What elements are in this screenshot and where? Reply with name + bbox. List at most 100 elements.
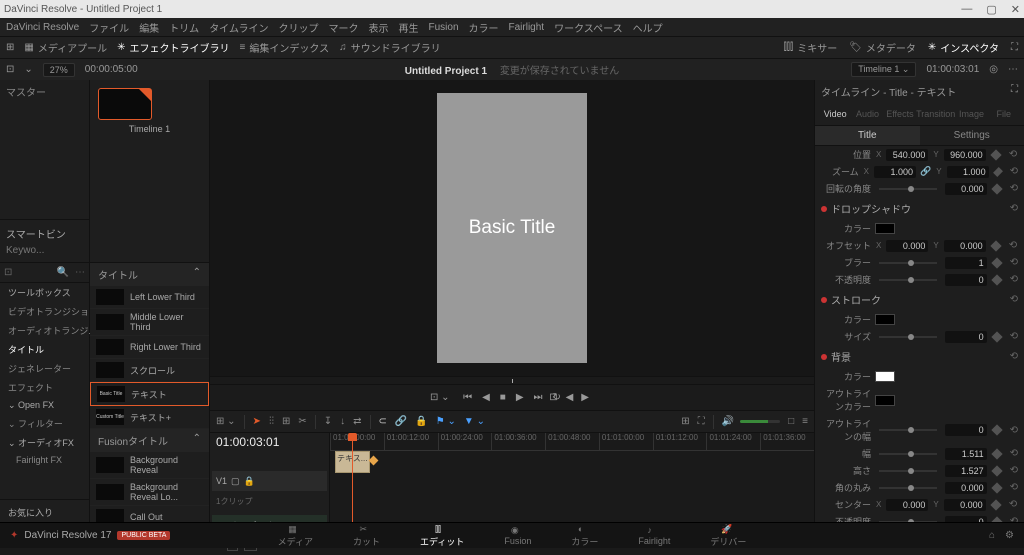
trim-tool-icon[interactable]: ⫶⫶: [269, 416, 274, 427]
inspector-expand-icon[interactable]: ⛶: [1011, 84, 1018, 99]
position-y[interactable]: [944, 149, 986, 161]
ds-opacity-slider[interactable]: [879, 279, 937, 281]
mixer-button[interactable]: ⫿⫿⫿ ミキサー: [784, 40, 838, 55]
play-icon[interactable]: ▶: [516, 392, 524, 403]
mediapool-button[interactable]: ▦ メディアプール: [24, 40, 107, 55]
bg-outwidth-value[interactable]: [945, 424, 987, 436]
dropshadow-section[interactable]: ドロップシャドウ⟲: [815, 197, 1024, 220]
menu-item[interactable]: DaVinci Resolve: [6, 22, 79, 33]
fusion-title-item[interactable]: Background Reveal Lo...: [90, 479, 209, 506]
fx-cat-atrans[interactable]: オーディオトランジ...: [0, 321, 89, 340]
link-icon[interactable]: 🔗: [395, 416, 407, 427]
bypass-icon[interactable]: ◎: [989, 64, 998, 75]
video-track-header[interactable]: V1 ▢ 🔒: [212, 471, 327, 491]
ds-blur-value[interactable]: [945, 257, 987, 269]
blade-tool-icon[interactable]: ✂: [298, 416, 306, 427]
sound-library-button[interactable]: ♫ サウンドライブラリ: [339, 40, 441, 55]
fusion-title-item[interactable]: Background Reveal: [90, 452, 209, 479]
keyframe-icon[interactable]: [993, 167, 1003, 177]
menu-item[interactable]: クリップ: [279, 20, 319, 35]
title-item[interactable]: Right Lower Third: [90, 336, 209, 359]
bg-height-slider[interactable]: [879, 470, 937, 472]
timeline-ruler[interactable]: 01:00:00:0001:00:12:0001:00:24:0001:00:3…: [330, 433, 814, 451]
zoom-fit-icon[interactable]: ⛶: [698, 416, 705, 427]
fx-cat-openfx[interactable]: ⌄ Open FX: [0, 397, 89, 414]
zoom-percent[interactable]: 27%: [43, 63, 75, 77]
bg-width-value[interactable]: [945, 448, 987, 460]
home-icon[interactable]: ⌂: [989, 530, 995, 541]
inspector-tab-file[interactable]: File: [988, 105, 1020, 123]
menu-item[interactable]: 表示: [369, 20, 389, 35]
dim-icon[interactable]: □: [788, 416, 794, 427]
timeline-name[interactable]: Timeline 1 ⌄: [851, 62, 916, 77]
viewer-dropdown-icon[interactable]: ⌄: [24, 64, 32, 75]
close-icon[interactable]: ✕: [1011, 3, 1020, 16]
timeline-timecode[interactable]: 01:00:03:01: [926, 64, 979, 75]
viewer[interactable]: Basic Title: [210, 80, 814, 376]
bg-corner-value[interactable]: [945, 482, 987, 494]
title-item[interactable]: Middle Lower Third: [90, 309, 209, 336]
title-item[interactable]: スクロール: [90, 359, 209, 382]
inspector-button[interactable]: ✳ インスペクタ: [928, 40, 999, 55]
fx-more-icon[interactable]: ⋯: [75, 267, 85, 278]
tl-options-icon[interactable]: ≡: [802, 416, 808, 427]
playhead[interactable]: [352, 433, 353, 522]
selection-tool-icon[interactable]: ➤: [253, 416, 261, 427]
title-item[interactable]: Custom Titleテキスト+: [90, 406, 209, 429]
fusion-title-item[interactable]: Call Out: [90, 506, 209, 522]
marker-icon[interactable]: ▼ ⌄: [464, 416, 485, 427]
bg-center-y[interactable]: [944, 499, 986, 511]
link-icon[interactable]: 🔗: [920, 166, 931, 177]
mark-in-icon[interactable]: ◀: [566, 392, 574, 403]
inspector-tab-image[interactable]: Image: [955, 105, 987, 123]
menu-item[interactable]: ワークスペース: [554, 20, 623, 35]
minimize-icon[interactable]: —: [961, 3, 972, 16]
jog-marker[interactable]: [512, 379, 513, 383]
keyframe-icon[interactable]: [991, 183, 1002, 194]
fx-cat-toolbox[interactable]: ツールボックス: [0, 283, 89, 302]
ds-offset-y[interactable]: [944, 240, 986, 252]
fx-cat-effects[interactable]: エフェクト: [0, 378, 89, 397]
fx-cat-fairlightfx[interactable]: Fairlight FX: [0, 452, 89, 468]
bg-width-slider[interactable]: [879, 453, 937, 455]
overwrite-icon[interactable]: ↓: [340, 416, 345, 427]
page-color[interactable]: ◐カラー: [571, 524, 598, 548]
title-item[interactable]: Left Lower Third: [90, 286, 209, 309]
go-last-icon[interactable]: ⏭: [534, 392, 543, 403]
smart-bin-header[interactable]: スマートビン: [6, 226, 83, 241]
volume-slider[interactable]: [740, 420, 780, 423]
inspector-tab-effects[interactable]: Effects: [884, 105, 916, 123]
bg-outline-color-swatch[interactable]: [875, 395, 895, 406]
stop-icon[interactable]: ■: [500, 392, 506, 403]
metadata-button[interactable]: 🏷 メタデータ: [849, 40, 916, 55]
timeline[interactable]: 01:00:03:01 V1 ▢ 🔒 1クリップ A1 オーディオ 1 2.0 …: [210, 432, 814, 522]
viewer-menu-icon[interactable]: ⊡: [6, 64, 14, 75]
menu-item[interactable]: 編集: [139, 20, 159, 35]
replace-icon[interactable]: ⇄: [353, 416, 361, 427]
ds-blur-slider[interactable]: [879, 262, 937, 264]
reset-icon[interactable]: ⟲: [1009, 149, 1017, 160]
inspector-tab-video[interactable]: Video: [819, 105, 851, 123]
menu-item[interactable]: ヘルプ: [633, 20, 663, 35]
go-first-icon[interactable]: ⏮: [463, 392, 472, 403]
ds-opacity-value[interactable]: [945, 274, 987, 286]
keyword-bin[interactable]: Keywo...: [6, 245, 83, 256]
inspector-subtab-settings[interactable]: Settings: [920, 126, 1024, 145]
inspector-subtab-title[interactable]: Title: [815, 126, 920, 145]
fx-cat-generators[interactable]: ジェネレーター: [0, 359, 89, 378]
ds-color-swatch[interactable]: [875, 223, 895, 234]
menu-item[interactable]: カラー: [469, 20, 499, 35]
page-media[interactable]: ▦メディア: [278, 524, 313, 548]
bg-corner-slider[interactable]: [879, 487, 937, 489]
page-cut[interactable]: ✂カット: [353, 524, 380, 548]
menu-item[interactable]: トリム: [169, 20, 199, 35]
bg-height-value[interactable]: [945, 465, 987, 477]
flag-icon[interactable]: ⚑ ⌄: [436, 416, 456, 427]
fx-filter-icon[interactable]: ⊡: [4, 267, 12, 278]
mark-out-icon[interactable]: ▶: [581, 392, 589, 403]
reset-icon[interactable]: ⟲: [1010, 183, 1018, 194]
keyframe-icon[interactable]: [990, 149, 1001, 160]
match-frame-icon[interactable]: ⊡: [549, 392, 557, 403]
page-fusion[interactable]: ◉Fusion: [504, 525, 531, 546]
position-x[interactable]: [886, 149, 928, 161]
